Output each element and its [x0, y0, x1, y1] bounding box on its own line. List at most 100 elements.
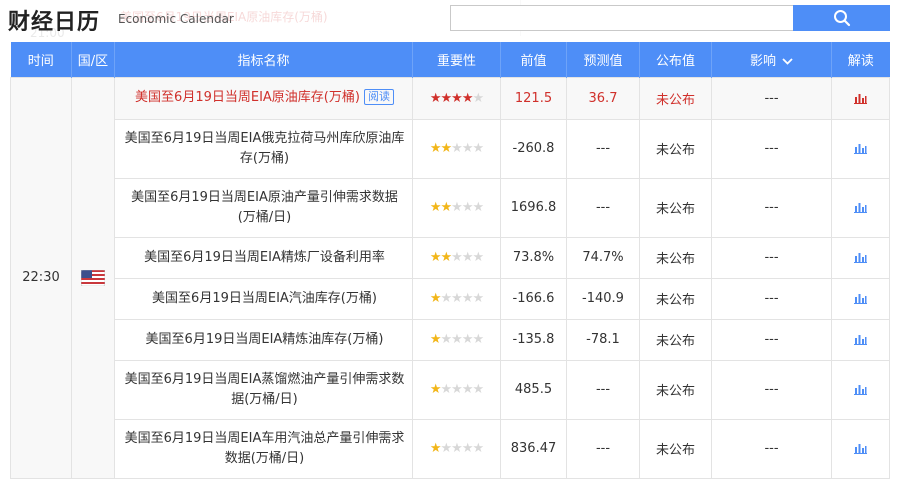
impact-value: ---: [711, 418, 832, 479]
star-empty-icon: ★: [461, 141, 474, 156]
star-empty-icon: ★: [451, 250, 463, 265]
interpret-cell[interactable]: [831, 277, 890, 320]
read-button[interactable]: 阅读: [363, 89, 394, 105]
star-empty-icon: ★: [461, 291, 474, 306]
previous-value: 836.47: [500, 418, 567, 479]
impact-value: ---: [711, 318, 832, 361]
interpret-cell[interactable]: [831, 318, 890, 361]
interpret-cell[interactable]: [831, 418, 890, 479]
bar-chart-icon[interactable]: [854, 443, 867, 454]
actual-value: 未公布: [639, 76, 712, 120]
star-empty-icon: ★: [451, 382, 463, 397]
table-row: 美国至6月19日当周EIA汽油库存(万桶) ★★★★★ -166.6 -140.9 未公…: [11, 277, 890, 320]
forecast-value: ---: [566, 177, 640, 238]
star-empty-icon: ★: [440, 332, 453, 347]
search-input[interactable]: [450, 5, 794, 31]
interpret-cell[interactable]: [831, 76, 890, 120]
star-empty-icon: ★: [451, 332, 463, 347]
star-empty-icon: ★: [472, 332, 484, 347]
calendar-table: 时间 国/区 指标名称 重要性 前值 预测值 公布值 影响 解读 22:30 美国…: [10, 42, 890, 479]
star-empty-icon: ★: [451, 291, 463, 306]
forecast-value: ---: [566, 118, 640, 179]
bar-chart-icon[interactable]: [854, 93, 867, 104]
bar-chart-icon[interactable]: [854, 384, 867, 395]
impact-value: ---: [711, 236, 832, 279]
col-forecast: 预测值: [566, 42, 640, 77]
table-row: 美国至6月19日当周EIA精炼油库存(万桶) ★★★★★ -135.8 -78.1 未公…: [11, 318, 890, 361]
forecast-value: ---: [566, 418, 640, 479]
previous-value: 73.8%: [500, 236, 567, 279]
star-filled-icon: ★: [429, 141, 442, 156]
bar-chart-icon[interactable]: [854, 202, 867, 213]
actual-value: 未公布: [639, 118, 712, 179]
bar-chart-icon[interactable]: [854, 252, 867, 263]
indicator-name: 美国至6月19日当周EIA精炼油库存(万桶): [145, 331, 384, 347]
interpret-cell[interactable]: [831, 236, 890, 279]
actual-value: 未公布: [639, 359, 712, 420]
indicator-name-cell[interactable]: 美国至6月19日当周EIA汽油库存(万桶): [114, 277, 413, 320]
indicator-name-cell[interactable]: 美国至6月19日当周EIA精炼油库存(万桶): [114, 318, 413, 361]
star-filled-icon: ★: [440, 141, 453, 156]
forecast-value: ---: [566, 359, 640, 420]
chevron-down-icon: [782, 58, 793, 65]
search-button[interactable]: [793, 5, 890, 31]
col-previous: 前值: [500, 42, 567, 77]
table-row: 美国至6月19日当周EIA蒸馏燃油产量引伸需求数据(万桶/日) ★★★★★ 485.…: [11, 359, 890, 420]
star-empty-icon: ★: [472, 382, 484, 397]
star-filled-icon: ★: [429, 332, 442, 347]
indicator-name-cell[interactable]: 美国至6月19日当周EIA车用汽油总产量引伸需求数据(万桶/日): [114, 418, 413, 479]
importance-cell: ★★★★★: [412, 277, 501, 320]
col-region: 国/区: [71, 42, 115, 77]
table-row: 美国至6月19日当周EIA精炼厂设备利用率 ★★★★★ 73.8% 74.7% 未公布 -…: [11, 236, 890, 279]
importance-cell: ★★★★★: [412, 76, 501, 120]
forecast-value: 74.7%: [566, 236, 640, 279]
indicator-name-cell[interactable]: 美国至6月19日当周EIA俄克拉荷马州库欣原油库存(万桶): [114, 118, 413, 179]
star-filled-icon: ★: [429, 90, 442, 106]
importance-stars: ★★★★★: [430, 250, 484, 265]
interpret-cell[interactable]: [831, 177, 890, 238]
table-row: 22:30 美国至6月19日当周EIA原油库存(万桶) 阅读 ★★★★★ 121.5 36…: [10, 76, 890, 479]
previous-value: -135.8: [500, 318, 567, 361]
star-filled-icon: ★: [451, 90, 463, 106]
importance-cell: ★★★★★: [412, 418, 501, 479]
star-empty-icon: ★: [461, 250, 474, 265]
indicator-name: 美国至6月19日当周EIA精炼厂设备利用率: [144, 249, 385, 265]
star-empty-icon: ★: [440, 441, 453, 456]
interpret-cell[interactable]: [831, 118, 890, 179]
star-empty-icon: ★: [451, 200, 463, 215]
bar-chart-icon[interactable]: [854, 334, 867, 345]
indicator-name-cell[interactable]: 美国至6月19日当周EIA蒸馏燃油产量引伸需求数据(万桶/日): [114, 359, 413, 420]
indicator-name-cell[interactable]: 美国至6月19日当周EIA原油产量引伸需求数据(万桶/日): [114, 177, 413, 238]
time-cell: 22:30: [10, 76, 72, 479]
importance-cell: ★★★★★: [412, 236, 501, 279]
importance-stars: ★★★★★: [429, 332, 484, 347]
star-filled-icon: ★: [440, 250, 453, 265]
importance-stars: ★★★★★: [429, 200, 484, 215]
indicator-name-cell[interactable]: 美国至6月19日当周EIA原油库存(万桶) 阅读: [114, 76, 413, 120]
star-filled-icon: ★: [429, 200, 442, 215]
importance-cell: ★★★★★: [412, 318, 501, 361]
page-subtitle: Economic Calendar: [118, 12, 234, 26]
star-filled-icon: ★: [429, 382, 442, 397]
forecast-value: 36.7: [566, 76, 640, 120]
indicator-name: 美国至6月19日当周EIA原油库存(万桶): [135, 90, 360, 105]
impact-value: ---: [711, 118, 832, 179]
bar-chart-icon[interactable]: [854, 293, 867, 304]
table-row: 美国至6月19日当周EIA原油产量引伸需求数据(万桶/日) ★★★★★ 1696.8…: [11, 177, 890, 238]
previous-value: -166.6: [500, 277, 567, 320]
indicator-name-cell[interactable]: 美国至6月19日当周EIA精炼厂设备利用率: [114, 236, 413, 279]
actual-value: 未公布: [639, 236, 712, 279]
event-time: 22:30: [22, 270, 60, 285]
table-header: 时间 国/区 指标名称 重要性 前值 预测值 公布值 影响 解读: [10, 42, 890, 77]
star-empty-icon: ★: [472, 141, 484, 156]
col-impact[interactable]: 影响: [711, 42, 832, 77]
impact-value: ---: [711, 76, 832, 120]
page-title: 财经日历: [8, 10, 101, 35]
star-empty-icon: ★: [461, 332, 474, 347]
bar-chart-icon[interactable]: [854, 143, 867, 154]
star-filled-icon: ★: [461, 90, 474, 106]
us-flag-icon: [81, 269, 105, 286]
interpret-cell[interactable]: [831, 359, 890, 420]
importance-cell: ★★★★★: [412, 118, 501, 179]
star-empty-icon: ★: [461, 200, 474, 215]
